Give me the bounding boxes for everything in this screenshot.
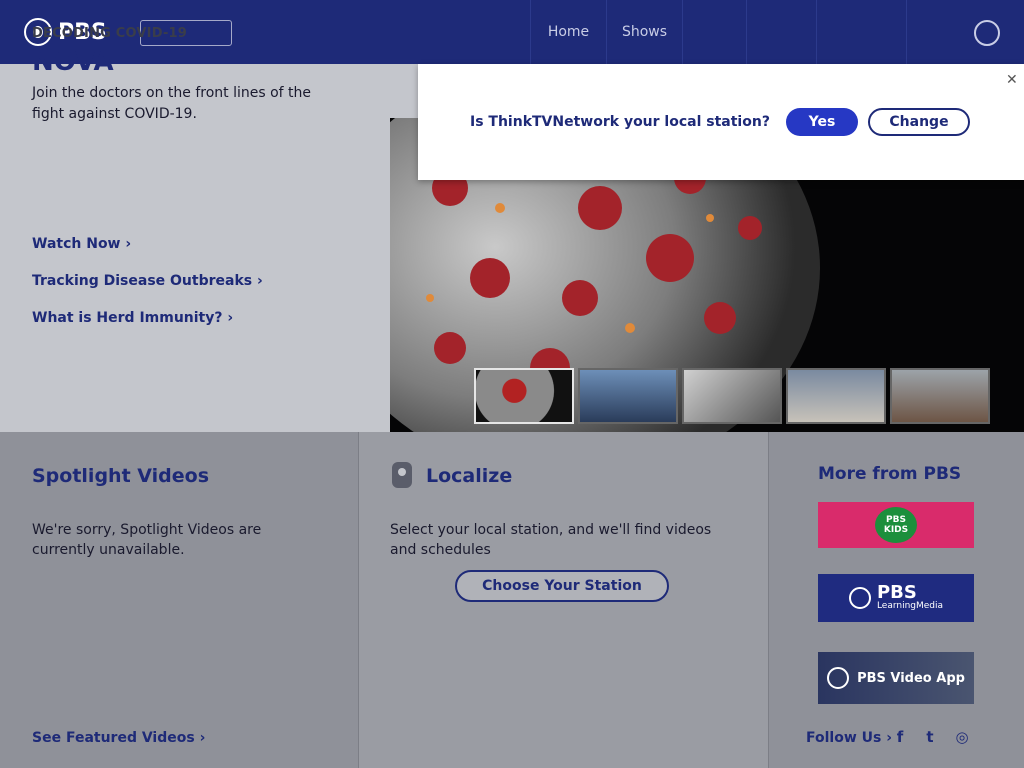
more-from-pbs-heading: More from PBS bbox=[818, 464, 962, 484]
watch-now-link[interactable]: Watch Now › bbox=[32, 236, 131, 252]
thumbnail-doctor[interactable] bbox=[890, 368, 990, 424]
hero-title: NOVA bbox=[32, 47, 114, 77]
spotlight-heading: Spotlight Videos bbox=[32, 465, 210, 487]
choose-your-station-button[interactable]: Choose Your Station bbox=[455, 570, 669, 602]
search-button[interactable] bbox=[906, 0, 950, 64]
herd-immunity-link[interactable]: What is Herd Immunity? › bbox=[32, 310, 233, 326]
hero-thumbnail-strip bbox=[474, 368, 990, 424]
facebook-icon[interactable]: f bbox=[890, 726, 910, 748]
change-button[interactable]: Change bbox=[868, 108, 970, 136]
instagram-icon[interactable]: ◎ bbox=[952, 726, 972, 748]
hero-eyebrow: DECODING COVID-19 bbox=[32, 26, 188, 41]
video-app-label: PBS Video App bbox=[857, 670, 965, 686]
station-question: Is ThinkTVNetwork your local station? bbox=[470, 114, 770, 130]
pbs-head-icon bbox=[827, 667, 850, 689]
pbs-head-icon bbox=[848, 587, 871, 609]
pbs-video-app-image[interactable]: PBS Video App bbox=[818, 652, 974, 704]
thumbnail-tablet[interactable] bbox=[682, 368, 782, 424]
localize-heading: Localize bbox=[426, 465, 513, 487]
follow-us-label: Follow Us › bbox=[806, 730, 892, 746]
tracking-outbreaks-link[interactable]: Tracking Disease Outbreaks › bbox=[32, 273, 263, 289]
pbs-kids-logo: PBS KIDS bbox=[875, 507, 917, 543]
nav-home[interactable]: Home bbox=[530, 0, 606, 64]
thumbnail-researcher[interactable] bbox=[786, 368, 886, 424]
local-station-prompt: Is ThinkTVNetwork your local station? Ye… bbox=[418, 64, 1024, 180]
nav-shows[interactable]: Shows bbox=[606, 0, 682, 64]
localize-message: Select your local station, and we'll fin… bbox=[390, 522, 712, 558]
nav-donate[interactable] bbox=[816, 0, 906, 64]
hero-description: Join the doctors on the front lines of t… bbox=[32, 85, 312, 122]
location-pin-icon bbox=[392, 462, 412, 488]
thumbnail-virus[interactable] bbox=[474, 368, 574, 424]
nav-live-tv[interactable] bbox=[682, 0, 746, 64]
see-featured-videos-link[interactable]: See Featured Videos › bbox=[32, 730, 205, 746]
twitter-icon[interactable]: t bbox=[920, 726, 940, 748]
learningmedia-brand: PBS bbox=[876, 582, 917, 603]
yes-button[interactable]: Yes bbox=[786, 108, 858, 136]
thumbnail-station[interactable] bbox=[578, 368, 678, 424]
main-nav: Home Shows bbox=[530, 0, 950, 64]
pbs-learningmedia-button[interactable]: PBS LearningMedia bbox=[818, 574, 974, 622]
profile-icon[interactable] bbox=[974, 20, 1000, 46]
nav-shop[interactable] bbox=[746, 0, 816, 64]
spotlight-message: We're sorry, Spotlight Videos are curren… bbox=[32, 522, 262, 558]
hero-text: DECODING COVID-19 NOVA Join the doctors … bbox=[32, 26, 342, 125]
close-icon[interactable]: ✕ bbox=[1006, 72, 1018, 88]
learningmedia-subtitle: LearningMedia bbox=[876, 601, 944, 611]
pbs-kids-button[interactable]: PBS KIDS bbox=[818, 502, 974, 548]
